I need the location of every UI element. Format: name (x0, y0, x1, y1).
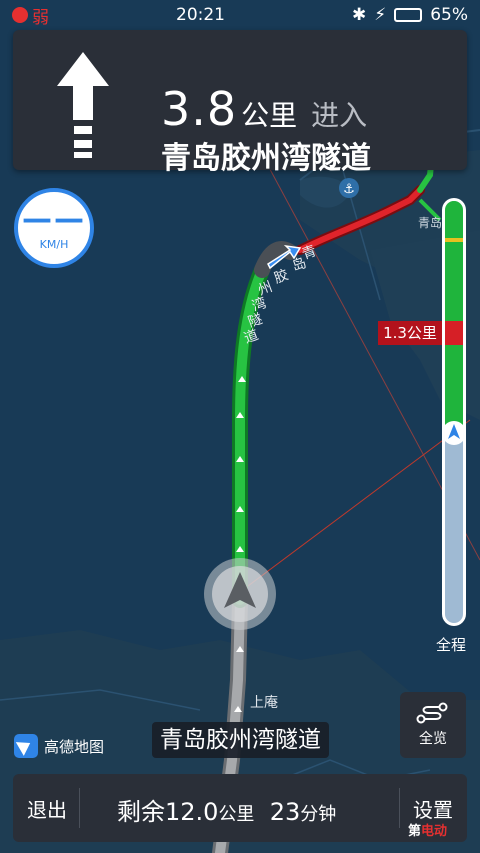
watermark-part1: 第 (408, 824, 422, 839)
status-bar: 弱 20:21 ✱ ⚡ 65% (0, 0, 480, 30)
signal-indicator: 弱 (12, 3, 49, 28)
watermark: 第电动 (408, 820, 447, 839)
speed-indicator: —— KM/H (14, 188, 94, 268)
signal-text: 弱 (32, 7, 49, 28)
remain-time-unit: 分钟 (300, 804, 337, 825)
congestion-distance-label: 1.3公里 (378, 321, 442, 345)
progress-position-icon (442, 421, 466, 445)
remain-distance: 12.0 (165, 798, 219, 826)
speed-unit: KM/H (39, 237, 69, 251)
amap-logo-icon (14, 734, 38, 758)
remain-time: 23 (269, 798, 301, 826)
current-road-name: 青岛胶州湾隧道 (152, 722, 329, 758)
remain-distance-unit: 公里 (218, 804, 255, 825)
svg-text:⚓: ⚓ (343, 182, 355, 197)
anchor-icon: ⚓ (339, 178, 359, 198)
speed-value: —— (22, 201, 86, 237)
brand-name: 高德地图 (44, 737, 105, 756)
map-city-label: 青岛 (418, 216, 443, 230)
divider (79, 788, 80, 828)
overview-label: 全览 (419, 731, 447, 747)
straight-arrow-icon (57, 52, 109, 158)
route-progress-bar (442, 198, 466, 626)
guidance-card[interactable]: 3.8 公里 进入 青岛胶州湾隧道 (13, 30, 467, 176)
charging-icon: ⚡ (374, 5, 387, 25)
overview-button[interactable]: 全览 (400, 692, 466, 758)
next-maneuver-distance: 3.8 公里 进入 (161, 86, 367, 139)
maneuver-action: 进入 (311, 99, 368, 132)
remain-prefix: 剩余 (117, 798, 165, 826)
bottom-panel: 退出 剩余12.0公里 23分钟 设置 (13, 774, 467, 842)
tunnel-map-label: 青岛胶州湾隧道 (236, 242, 319, 352)
next-road-name: 青岛胶州湾隧道 (161, 141, 371, 176)
watermark-part2: 电动 (421, 824, 448, 839)
remaining-info: 剩余12.0公里 23分钟 (117, 792, 336, 827)
settings-button[interactable]: 设置 (413, 794, 453, 823)
route-overview-icon (416, 702, 448, 724)
signal-icon (12, 7, 28, 23)
brand-logo: 高德地图 (14, 734, 104, 758)
distance-unit: 公里 (241, 99, 298, 132)
status-time: 20:21 (176, 5, 225, 25)
current-location-icon (204, 558, 276, 630)
battery-percent: 65% (430, 5, 468, 25)
divider (399, 788, 400, 828)
status-icons: ✱ ⚡ 65% (352, 5, 468, 25)
distance-value: 3.8 (161, 82, 238, 136)
battery-icon (394, 8, 423, 22)
bluetooth-icon: ✱ (352, 5, 367, 25)
map-place-label: 上庵 (250, 695, 278, 711)
whole-route-label: 全程 (436, 636, 467, 654)
exit-button[interactable]: 退出 (27, 794, 67, 823)
